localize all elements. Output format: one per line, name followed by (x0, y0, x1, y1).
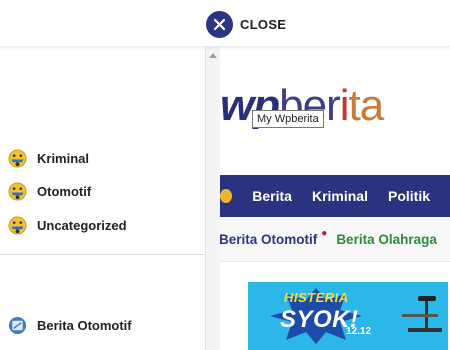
category-item-uncategorized[interactable]: Uncategorized (8, 215, 127, 235)
logo-text-ta: ta (348, 81, 384, 130)
category-item-otomotif[interactable]: Otomotif (8, 181, 91, 201)
drawer-scrollbar[interactable] (205, 47, 220, 350)
close-icon[interactable] (206, 10, 233, 38)
category-emoji-icon (8, 215, 27, 235)
banner-title-1: HISTERIA (284, 290, 349, 305)
subnav-item-berita-olahraga[interactable]: Berita Olahraga (336, 232, 437, 247)
recent-post-label[interactable]: Berita Otomotif (37, 318, 132, 333)
nav-item-berita[interactable]: Berita (252, 188, 292, 204)
nav-item-kriminal[interactable]: Kriminal (312, 188, 368, 204)
new-dot-icon: ● (321, 227, 328, 239)
bike-icon (402, 296, 442, 332)
close-label[interactable]: CLOSE (240, 17, 286, 32)
category-item-kriminal[interactable]: Kriminal (8, 148, 89, 168)
side-drawer: Kriminal Otomotif Uncategorized Berita O… (0, 47, 205, 350)
site-background: wpberita My Wpberita Berita Kriminal Pol… (220, 47, 450, 350)
article-icon (8, 316, 27, 334)
category-emoji-icon (8, 148, 27, 168)
category-label[interactable]: Kriminal (37, 151, 89, 166)
nav-item-politik[interactable]: Politik (388, 188, 430, 204)
category-label[interactable]: Otomotif (37, 184, 91, 199)
close-bar: CLOSE (0, 0, 450, 47)
category-label[interactable]: Uncategorized (37, 218, 127, 233)
scroll-up-arrow-icon[interactable] (209, 53, 217, 58)
promo-banner[interactable]: HISTERIA SYOK! 12.12 (248, 282, 448, 350)
sub-nav: Berita Otomotif ● Berita Olahraga (220, 217, 450, 262)
category-emoji-icon (8, 181, 27, 201)
banner-date: 12.12 (346, 326, 372, 337)
logo-tooltip: My Wpberita (252, 110, 324, 128)
subnav-item-berita-otomotif[interactable]: Berita Otomotif (220, 232, 317, 247)
close-button[interactable]: CLOSE (206, 10, 286, 38)
drawer-divider (0, 254, 205, 255)
recent-post-item[interactable]: Berita Otomotif (8, 315, 132, 335)
main-nav: Berita Kriminal Politik (220, 175, 450, 217)
home-icon[interactable] (220, 189, 233, 203)
